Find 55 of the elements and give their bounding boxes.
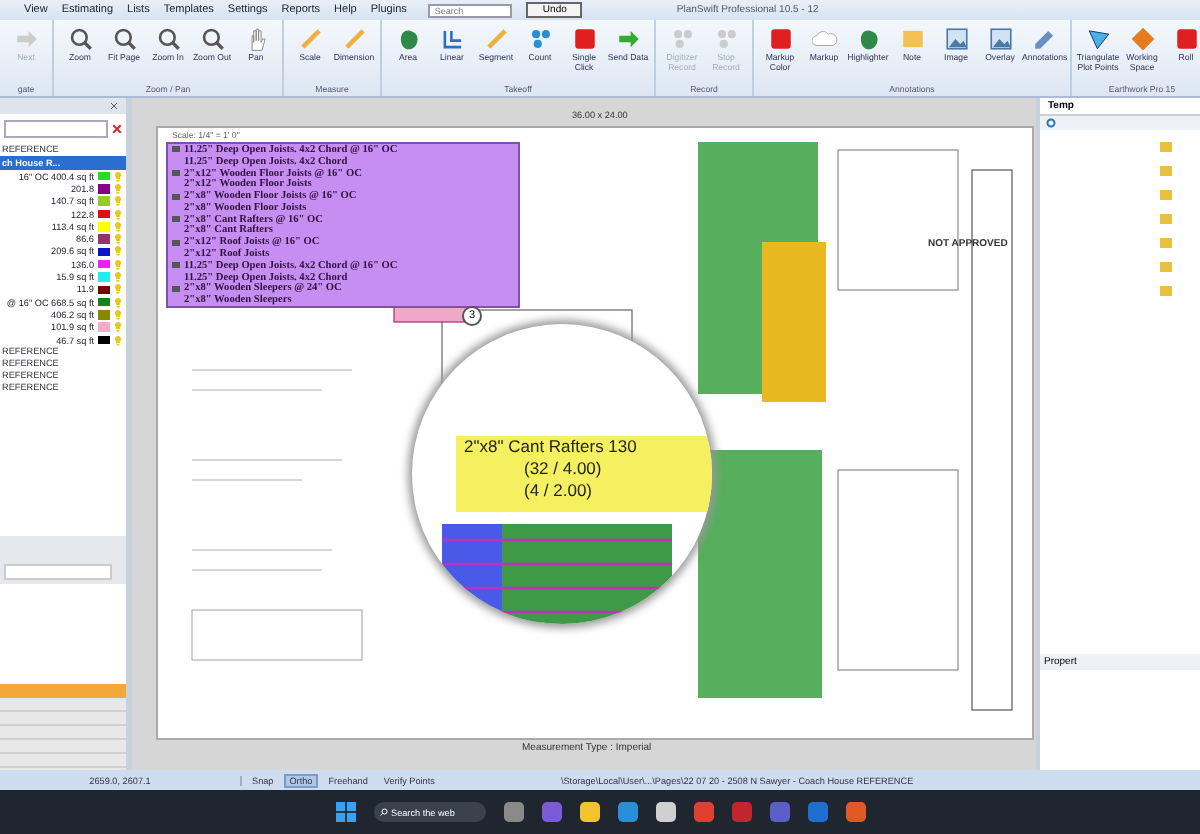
magnifier-icon xyxy=(111,26,137,52)
shape-icon xyxy=(855,26,881,52)
lightbulb-icon[interactable] xyxy=(114,221,122,232)
picture-icon xyxy=(987,26,1013,52)
settings-icon[interactable] xyxy=(1046,118,1056,128)
folder-icon xyxy=(172,262,180,269)
folder-icon xyxy=(172,193,180,200)
pencil-icon xyxy=(1031,26,1057,52)
lightbulb-icon[interactable] xyxy=(114,284,122,295)
square-icon xyxy=(1173,26,1199,52)
magnifier-icon xyxy=(67,26,93,52)
tooltip-text: (4 / 2.00) xyxy=(522,480,593,502)
clear-icon[interactable] xyxy=(112,124,122,134)
note-icon xyxy=(899,26,925,52)
sign-icon xyxy=(1129,26,1155,52)
dots-icon xyxy=(669,26,695,52)
arrow-icon xyxy=(13,26,39,52)
lightbulb-icon[interactable] xyxy=(114,297,122,308)
square-icon xyxy=(767,26,793,52)
triangle-icon xyxy=(1085,26,1111,52)
arrow-icon xyxy=(615,26,641,52)
lightbulb-icon[interactable] xyxy=(114,234,122,245)
lightbulb-icon[interactable] xyxy=(114,322,122,333)
filter-field[interactable] xyxy=(4,120,108,138)
lightbulb-icon[interactable] xyxy=(114,246,122,257)
close-icon[interactable] xyxy=(110,102,118,110)
text-field[interactable] xyxy=(4,564,112,580)
collapsed-panel-list[interactable] xyxy=(0,698,126,770)
folder-icon xyxy=(172,169,180,176)
folder-icon xyxy=(172,146,180,153)
shape-icon xyxy=(395,26,421,52)
bracket-icon xyxy=(439,26,465,52)
lightbulb-icon[interactable] xyxy=(114,259,122,270)
cloud-icon xyxy=(811,26,837,52)
folder-icon xyxy=(172,216,180,223)
lightbulb-icon[interactable] xyxy=(114,171,122,182)
magnifier-icon xyxy=(155,26,181,52)
lightbulb-icon[interactable] xyxy=(114,196,122,207)
tooltip-text: (32 / 4.00) xyxy=(522,458,602,480)
folder-icon xyxy=(172,239,180,246)
square-icon xyxy=(571,26,597,52)
search-icon xyxy=(379,808,387,816)
magnifier-icon xyxy=(199,26,225,52)
panel-bar[interactable] xyxy=(0,684,126,698)
folder-icon xyxy=(172,285,180,292)
lightbulb-icon[interactable] xyxy=(114,209,122,220)
lightbulb-icon[interactable] xyxy=(114,335,122,345)
tooltip-text: 2"x8" Cant Rafters 130 xyxy=(464,436,637,458)
lightbulb-icon[interactable] xyxy=(114,272,122,283)
lightbulb-icon[interactable] xyxy=(114,309,122,320)
dots-icon xyxy=(527,26,553,52)
dots-icon xyxy=(713,26,739,52)
windows-start-icon[interactable] xyxy=(335,802,355,822)
picture-icon xyxy=(943,26,969,52)
lightbulb-icon[interactable] xyxy=(114,183,122,194)
